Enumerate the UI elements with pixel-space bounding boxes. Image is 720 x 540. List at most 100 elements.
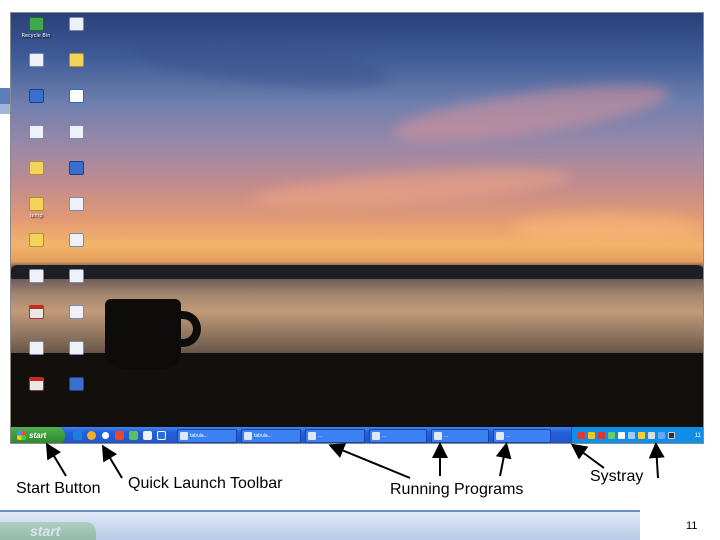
mug-handle-silhouette xyxy=(171,311,201,347)
tray-app-icon[interactable] xyxy=(588,432,595,439)
desktop-icon-label: Recycle Bin xyxy=(21,33,51,39)
tray-app-icon[interactable] xyxy=(598,432,605,439)
desktop-icon[interactable]: temp xyxy=(15,197,57,219)
desktop-icon[interactable] xyxy=(15,305,57,321)
document-icon xyxy=(68,125,84,139)
start-button-label: start xyxy=(29,431,47,440)
running-programs-arrow xyxy=(495,442,512,477)
tray-app-icon[interactable] xyxy=(578,432,585,439)
tray-app-icon[interactable] xyxy=(618,432,625,439)
systray-annotation: Systray xyxy=(590,468,644,485)
desktop-icon[interactable] xyxy=(55,17,97,33)
folder-icon xyxy=(68,53,84,67)
document-icon xyxy=(68,233,84,247)
start-button[interactable]: start xyxy=(11,427,65,443)
desktop-icon[interactable] xyxy=(55,233,97,249)
program-icon xyxy=(434,432,442,440)
recycle-bin-icon xyxy=(28,17,44,31)
pdf-icon xyxy=(28,377,44,391)
document-icon xyxy=(28,341,44,355)
desktop-icon[interactable] xyxy=(15,233,57,249)
desktop-icon[interactable] xyxy=(15,53,57,69)
desktop-icon[interactable] xyxy=(55,341,97,357)
desktop-icon[interactable] xyxy=(15,341,57,357)
folder-icon xyxy=(28,161,44,175)
tray-app-icon[interactable] xyxy=(638,432,645,439)
quick-launch-arrow xyxy=(101,444,123,479)
folder-icon xyxy=(28,197,44,211)
pdf-icon xyxy=(28,305,44,319)
desktop-icon[interactable] xyxy=(55,305,97,321)
treeline xyxy=(11,265,703,279)
application-icon xyxy=(68,161,84,175)
taskbar-program-button[interactable]: ... xyxy=(369,429,427,443)
desktop-icon[interactable] xyxy=(55,197,97,213)
document-icon xyxy=(68,341,84,355)
desktop-icon[interactable] xyxy=(15,161,57,177)
show-desktop-icon[interactable] xyxy=(73,431,82,440)
slide: Recycle Bin temp start tabula... tabula..… xyxy=(0,0,720,540)
start-button-annotation: Start Button xyxy=(16,480,101,497)
taskbar-program-button[interactable]: ... xyxy=(493,429,551,443)
taskbar-program-button[interactable]: ... xyxy=(305,429,365,443)
quick-launch-app-icon[interactable] xyxy=(129,431,138,440)
internet-explorer-icon xyxy=(68,89,84,103)
document-icon xyxy=(68,305,84,319)
desktop-screenshot: Recycle Bin temp start tabula... tabula..… xyxy=(10,12,704,444)
start-button-arrow xyxy=(45,442,67,477)
folder-icon xyxy=(28,233,44,247)
tray-app-icon[interactable] xyxy=(628,432,635,439)
running-programs-arrow xyxy=(328,443,411,479)
desktop-icon[interactable] xyxy=(15,89,57,105)
application-icon xyxy=(28,89,44,103)
systray-arrow xyxy=(570,443,605,469)
program-icon xyxy=(496,432,504,440)
footer-start-watermark: start xyxy=(0,522,96,540)
taskbar-program-button[interactable]: tabula... xyxy=(177,429,237,443)
document-icon xyxy=(28,53,44,67)
document-icon xyxy=(68,269,84,283)
desktop-icon[interactable] xyxy=(15,269,57,285)
document-icon xyxy=(68,17,84,31)
quick-launch-annotation: Quick Launch Toolbar xyxy=(128,475,283,492)
tray-app-icon[interactable] xyxy=(668,432,675,439)
volume-icon[interactable] xyxy=(648,432,655,439)
cloud-shape xyxy=(129,29,393,97)
desktop-icon[interactable] xyxy=(55,89,97,105)
program-icon xyxy=(372,432,380,440)
taskbar-program-button[interactable]: tabula... xyxy=(241,429,301,443)
desktop-icon[interactable] xyxy=(55,377,97,393)
cloud-shape xyxy=(389,73,673,153)
program-icon xyxy=(180,432,188,440)
desktop-icon[interactable] xyxy=(55,53,97,69)
cloud-shape xyxy=(511,213,701,241)
system-tray: 11 xyxy=(571,427,703,443)
quick-launch-app-icon[interactable] xyxy=(157,431,166,440)
document-icon xyxy=(28,125,44,139)
desktop-icon[interactable] xyxy=(55,125,97,141)
slide-footer-bar xyxy=(0,510,640,540)
document-icon xyxy=(28,269,44,283)
desktop-icon[interactable] xyxy=(15,125,57,141)
page-number: 11 xyxy=(686,520,698,532)
messenger-icon[interactable] xyxy=(87,431,96,440)
quick-launch-app-icon[interactable] xyxy=(143,431,152,440)
internet-explorer-icon[interactable] xyxy=(101,431,110,440)
tray-clock[interactable]: 11 xyxy=(695,427,701,443)
taskbar: start tabula... tabula... ... ... ... ..… xyxy=(11,427,703,443)
quick-launch-app-icon[interactable] xyxy=(115,431,124,440)
desktop-icon[interactable] xyxy=(55,269,97,285)
program-icon xyxy=(308,432,316,440)
application-icon xyxy=(68,377,84,391)
windows-flag-icon xyxy=(17,431,26,440)
desktop-icon[interactable] xyxy=(15,377,57,393)
taskbar-program-button[interactable]: ... xyxy=(431,429,489,443)
coffee-mug-silhouette xyxy=(105,299,181,369)
document-icon xyxy=(68,197,84,211)
desktop-icon[interactable] xyxy=(55,161,97,177)
tray-app-icon[interactable] xyxy=(608,432,615,439)
cloud-shape xyxy=(250,161,572,215)
program-icon xyxy=(244,432,252,440)
network-icon[interactable] xyxy=(658,432,665,439)
desktop-icon[interactable]: Recycle Bin xyxy=(15,17,57,39)
